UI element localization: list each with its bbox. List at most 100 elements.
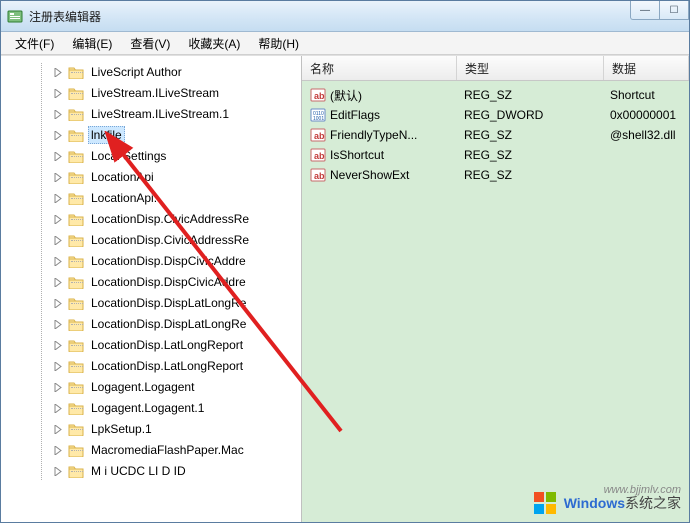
maximize-button[interactable]: ☐: [660, 1, 689, 20]
menu-view[interactable]: 查看(V): [122, 33, 178, 54]
tree-item[interactable]: Logagent.Logagent: [31, 378, 301, 396]
expand-icon[interactable]: [53, 214, 64, 225]
expand-icon[interactable]: [53, 466, 64, 477]
value-row[interactable]: 01101001 EditFlags REG_DWORD0x00000001: [302, 105, 689, 125]
value-data: [602, 153, 689, 157]
minimize-button[interactable]: —: [630, 1, 660, 20]
value-type: REG_SZ: [456, 126, 602, 144]
svg-text:ab: ab: [314, 91, 325, 101]
value-row[interactable]: ab NeverShowExt REG_SZ: [302, 165, 689, 185]
expand-icon[interactable]: [53, 382, 64, 393]
expand-icon[interactable]: [53, 109, 64, 120]
value-row[interactable]: ab FriendlyTypeN... REG_SZ@shell32.dll: [302, 125, 689, 145]
menu-favorites[interactable]: 收藏夹(A): [180, 33, 248, 54]
tree-item-label: Logagent.Logagent: [88, 378, 197, 396]
tree-item[interactable]: MacromediaFlashPaper.Mac: [31, 441, 301, 459]
tree-item-label: LocationDisp.DispCivicAddre: [88, 273, 249, 291]
tree-item-label: LocationDisp.LatLongReport: [88, 357, 246, 375]
col-data[interactable]: 数据: [604, 56, 689, 80]
tree-item[interactable]: LiveScript Author: [31, 63, 301, 81]
expand-icon[interactable]: [53, 172, 64, 183]
tree-item[interactable]: LocationDisp.DispLatLongRe: [31, 294, 301, 312]
tree-item[interactable]: LiveStream.ILiveStream.1: [31, 105, 301, 123]
value-name: NeverShowExt: [330, 168, 409, 182]
expand-icon[interactable]: [53, 361, 64, 372]
tree-item-label: Local Settings: [88, 147, 169, 165]
window-buttons: — ☐: [630, 1, 689, 20]
tree-item[interactable]: LpkSetup.1: [31, 420, 301, 438]
expand-icon[interactable]: [53, 403, 64, 414]
tree-item-label: LiveStream.ILiveStream.1: [88, 105, 232, 123]
expand-icon[interactable]: [53, 256, 64, 267]
tree-item[interactable]: LocationDisp.CivicAddressRe: [31, 210, 301, 228]
tree-item[interactable]: LiveStream.ILiveStream: [31, 84, 301, 102]
watermark-text: Windows系统之家: [564, 493, 681, 513]
window-title: 注册表编辑器: [29, 8, 101, 25]
value-type: REG_SZ: [456, 146, 602, 164]
tree-item[interactable]: LocationDisp.DispLatLongRe: [31, 315, 301, 333]
expand-icon[interactable]: [53, 130, 64, 141]
tree-item[interactable]: LocationDisp.CivicAddressRe: [31, 231, 301, 249]
expand-icon[interactable]: [53, 151, 64, 162]
tree-item[interactable]: Logagent.Logagent.1: [31, 399, 301, 417]
string-value-icon: ab: [310, 147, 326, 163]
svg-text:ab: ab: [314, 151, 325, 161]
tree-item[interactable]: LocationApi: [31, 168, 301, 186]
value-type: REG_DWORD: [456, 106, 602, 124]
expand-icon[interactable]: [53, 319, 64, 330]
body: LiveScript Author LiveStream.ILiveStream L…: [1, 55, 689, 522]
tree-item-label: MacromediaFlashPaper.Mac: [88, 441, 247, 459]
value-name: IsShortcut: [330, 148, 384, 162]
value-row[interactable]: ab(默认)REG_SZShortcut: [302, 85, 689, 105]
tree-item[interactable]: LocationDisp.LatLongReport: [31, 357, 301, 375]
expand-icon[interactable]: [53, 445, 64, 456]
tree-item-label: LocationDisp.CivicAddressRe: [88, 231, 252, 249]
svg-text:1001: 1001: [313, 116, 324, 122]
tree-item-label: LocationDisp.DispLatLongRe: [88, 294, 249, 312]
tree-item[interactable]: LocationDisp.DispCivicAddre: [31, 273, 301, 291]
tree-item-label: LocationDisp.CivicAddressRe: [88, 210, 252, 228]
expand-icon[interactable]: [53, 88, 64, 99]
menu-file[interactable]: 文件(F): [7, 33, 62, 54]
expand-icon[interactable]: [53, 298, 64, 309]
menu-edit[interactable]: 编辑(E): [64, 33, 120, 54]
col-name[interactable]: 名称: [302, 56, 457, 80]
expand-icon[interactable]: [53, 424, 64, 435]
value-rows: ab(默认)REG_SZShortcut 01101001 EditFlags REG…: [302, 81, 689, 522]
value-data: 0x00000001: [602, 106, 689, 124]
binary-value-icon: 01101001: [310, 107, 326, 123]
value-data: @shell32.dll: [602, 126, 689, 144]
string-value-icon: ab: [310, 127, 326, 143]
tree-item[interactable]: M i UCDC LI D ID: [31, 462, 301, 480]
expand-icon[interactable]: [53, 67, 64, 78]
menu-help[interactable]: 帮助(H): [250, 33, 307, 54]
tree-item[interactable]: LocationDisp.DispCivicAddre: [31, 252, 301, 270]
tree-pane[interactable]: LiveScript Author LiveStream.ILiveStream L…: [1, 56, 302, 522]
string-value-icon: ab: [310, 167, 326, 183]
tree-item-label: LocationDisp.DispCivicAddre: [88, 252, 249, 270]
tree-item[interactable]: lnkfile: [31, 126, 301, 144]
col-type[interactable]: 类型: [457, 56, 604, 80]
menubar: 文件(F) 编辑(E) 查看(V) 收藏夹(A) 帮助(H): [1, 32, 689, 55]
windows-logo-icon: [532, 490, 558, 516]
svg-text:ab: ab: [314, 131, 325, 141]
value-type: REG_SZ: [456, 166, 602, 184]
expand-icon[interactable]: [53, 277, 64, 288]
titlebar[interactable]: 注册表编辑器 — ☐: [1, 1, 689, 32]
tree-item-label: lnkfile: [88, 126, 125, 144]
tree-item-label: LpkSetup.1: [88, 420, 155, 438]
tree-item[interactable]: LocationApi.: [31, 189, 301, 207]
watermark: Windows系统之家: [532, 490, 681, 516]
value-name: EditFlags: [330, 108, 380, 122]
expand-icon[interactable]: [53, 235, 64, 246]
list-pane[interactable]: 名称 类型 数据 ab(默认)REG_SZShortcut 01101001 Edi…: [302, 56, 689, 522]
expand-icon[interactable]: [53, 340, 64, 351]
expand-icon[interactable]: [53, 193, 64, 204]
tree-item-label: Logagent.Logagent.1: [88, 399, 207, 417]
tree-item[interactable]: Local Settings: [31, 147, 301, 165]
value-row[interactable]: ab IsShortcut REG_SZ: [302, 145, 689, 165]
value-name: FriendlyTypeN...: [330, 128, 417, 142]
tree-item-label: LocationDisp.LatLongReport: [88, 336, 246, 354]
value-data: Shortcut: [602, 86, 689, 104]
tree-item[interactable]: LocationDisp.LatLongReport: [31, 336, 301, 354]
